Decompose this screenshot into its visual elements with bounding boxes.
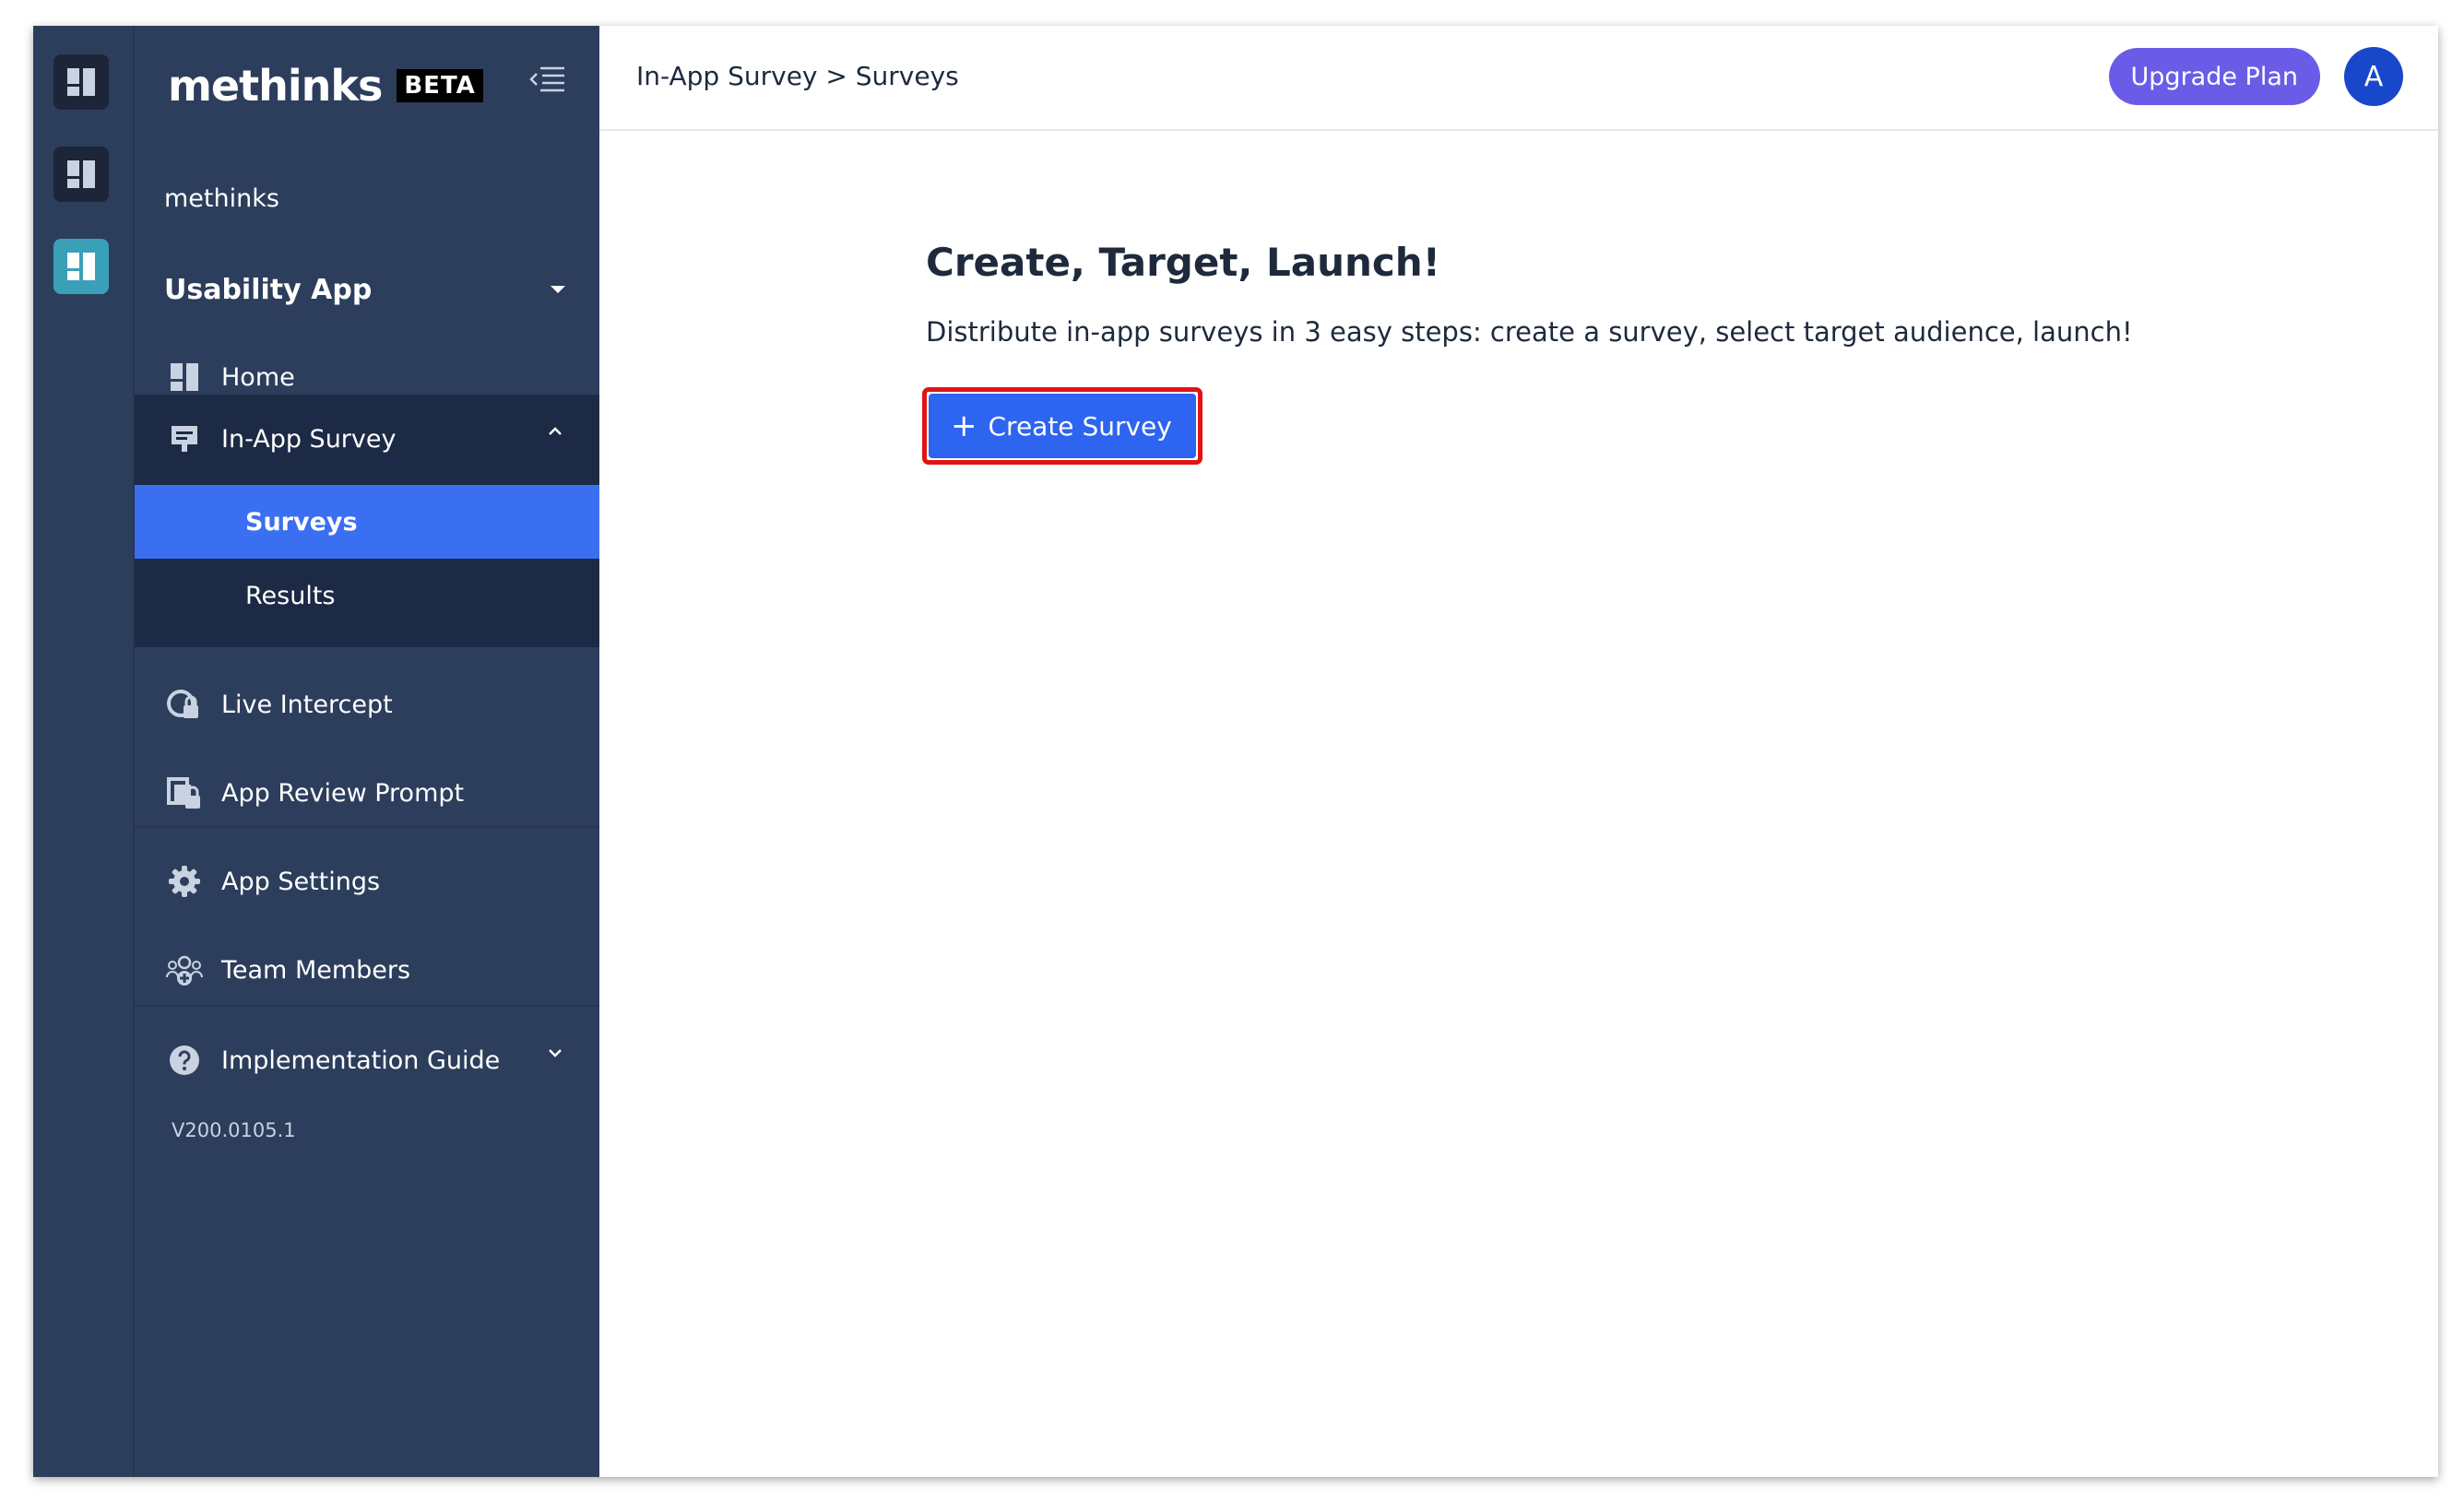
sidebar-item-team-members[interactable]: Team Members [135,926,599,1014]
gear-icon [166,863,203,900]
sidebar-item-label: Implementation Guide [221,1045,501,1075]
app-selector-label: Usability App [164,273,373,306]
sidebar-divider [135,1005,599,1007]
app-window: methinks BETA methinks Usability App Hom… [33,26,2438,1477]
page-title: Create, Target, Launch! [926,240,1440,285]
sidebar-item-label: App Review Prompt [221,778,465,808]
collapse-sidebar-button[interactable] [527,63,566,101]
live-intercept-icon [166,686,203,723]
create-survey-label: Create Survey [988,410,1172,442]
top-header: In-App Survey > Surveys Upgrade Plan A [599,26,2438,131]
workspace-rail [33,26,135,1477]
sidebar-item-app-review-prompt[interactable]: App Review Prompt [135,749,599,837]
collapse-menu-icon [529,66,564,92]
help-icon [166,1042,203,1079]
plus-icon: + [951,408,977,444]
create-survey-button[interactable]: + Create Survey [929,394,1196,458]
chevron-down-icon [549,1049,562,1057]
sidebar-item-in-app-survey[interactable]: In-App Survey [135,395,599,483]
page-description: Distribute in-app surveys in 3 easy step… [926,316,2133,348]
breadcrumb: In-App Survey > Surveys [636,61,959,91]
sidebar-divider [135,826,599,828]
sidebar-item-label: Team Members [221,955,411,985]
workspace-button-3[interactable] [53,239,109,294]
organization-name: methinks [164,184,279,213]
sidebar-item-app-settings[interactable]: App Settings [135,837,599,926]
home-grid-icon [166,359,203,396]
chevron-up-icon [549,427,562,435]
sidebar: methinks BETA methinks Usability App Hom… [135,26,599,1477]
main-content: In-App Survey > Surveys Upgrade Plan A C… [599,26,2438,1477]
avatar[interactable]: A [2344,47,2403,106]
dashboard-icon [67,68,95,96]
app-selector[interactable]: Usability App [164,267,566,312]
sidebar-item-label: In-App Survey [221,424,397,454]
beta-badge: BETA [397,69,483,102]
sidebar-subitem-results[interactable]: Results [135,559,599,632]
workspace-button-2[interactable] [53,147,109,202]
sidebar-item-implementation-guide[interactable]: Implementation Guide [135,1016,599,1104]
dashboard-icon [67,160,95,188]
app-review-icon [166,774,203,811]
sidebar-subitem-surveys[interactable]: Surveys [135,485,599,559]
app-version: V200.0105.1 [172,1119,296,1141]
sidebar-item-label: Home [221,362,295,392]
sidebar-item-label: Live Intercept [221,690,393,719]
logo-text: methinks [168,61,383,111]
logo[interactable]: methinks BETA [168,61,483,111]
sidebar-item-live-intercept[interactable]: Live Intercept [135,660,599,749]
caret-down-icon [551,286,565,293]
workspace-button-1[interactable] [53,54,109,110]
sidebar-item-label: App Settings [221,867,381,896]
upgrade-plan-button[interactable]: Upgrade Plan [2108,48,2320,105]
team-icon [166,951,203,988]
survey-icon [166,420,203,457]
create-survey-highlight: + Create Survey [922,387,1202,465]
dashboard-icon [67,253,95,280]
